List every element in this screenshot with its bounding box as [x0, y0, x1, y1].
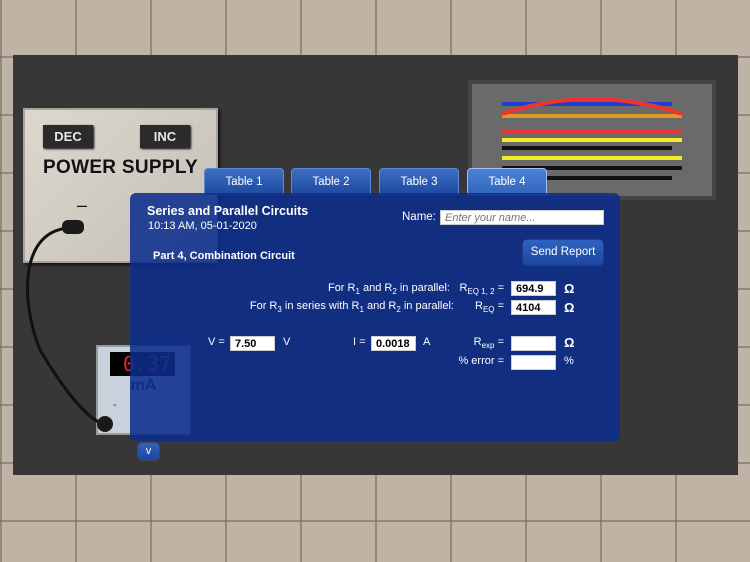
voltage-unit: V — [283, 336, 291, 348]
percent-error-input[interactable] — [511, 355, 556, 370]
current-unit: A — [423, 336, 431, 348]
current-label: I = — [353, 336, 366, 348]
ohm-unit: Ω — [564, 300, 575, 315]
ohm-unit: Ω — [564, 335, 575, 350]
report-panel: Series and Parallel Circuits 10:13 AM, 0… — [130, 193, 620, 441]
req12-input[interactable]: 694.9 — [511, 281, 556, 296]
ohm-unit: Ω — [564, 281, 575, 296]
voltage-label: V = — [208, 336, 225, 348]
voltage-input[interactable]: 7.50 — [230, 336, 275, 351]
collapse-panel-button[interactable]: v — [138, 443, 159, 460]
name-input[interactable] — [440, 210, 604, 225]
tab-table-1[interactable]: Table 1 — [204, 168, 284, 195]
rexp-label: Rexp = — [473, 336, 504, 351]
part-heading: Part 4, Combination Circuit — [153, 250, 295, 262]
current-input[interactable]: 0.0018 — [371, 336, 416, 351]
percent-unit: % — [564, 355, 574, 367]
percent-error-label: % error = — [458, 355, 504, 367]
tab-table-4[interactable]: Table 4 — [467, 168, 547, 195]
tab-table-2[interactable]: Table 2 — [291, 168, 371, 195]
tab-table-3[interactable]: Table 3 — [379, 168, 459, 195]
send-report-button[interactable]: Send Report — [523, 240, 603, 265]
panel-title: Series and Parallel Circuits — [147, 204, 309, 218]
series-label: For R3 in series with R1 and R2 in paral… — [249, 300, 454, 315]
req12-label: REQ 1, 2 = — [459, 282, 504, 297]
req-label: REQ = — [475, 300, 504, 315]
timestamp: 10:13 AM, 05-01-2020 — [148, 220, 257, 232]
rexp-input[interactable] — [511, 336, 556, 351]
req-input[interactable]: 4104 — [511, 300, 556, 315]
parallel-label: For R1 and R2 in parallel: — [327, 282, 450, 297]
name-label: Name: — [402, 211, 436, 223]
